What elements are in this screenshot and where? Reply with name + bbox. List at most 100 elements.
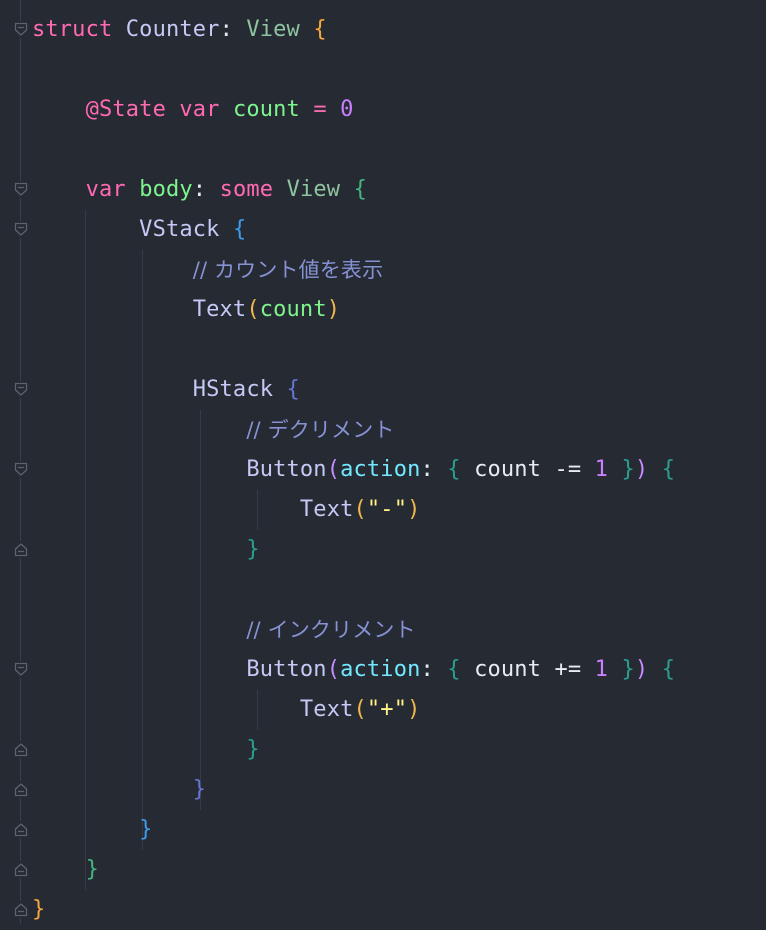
code-token-paren-violet: ) xyxy=(634,657,649,682)
code-line[interactable]: } xyxy=(32,770,206,810)
code-token-brace-teal: { xyxy=(661,657,676,682)
code-token-plain: count xyxy=(460,657,555,682)
code-line[interactable]: } xyxy=(32,810,153,850)
code-token-type: Button xyxy=(246,457,327,482)
code-line[interactable]: } xyxy=(32,850,99,890)
code-token-number: 1 xyxy=(594,457,609,482)
code-line[interactable]: // デクリメント xyxy=(32,410,395,450)
code-token-brace-teal: { xyxy=(447,657,461,682)
code-token-comment: // インクリメント xyxy=(246,618,416,642)
code-line[interactable]: var body: some View { xyxy=(32,170,367,210)
code-token-keyword: var xyxy=(179,97,220,122)
code-token-type: VStack xyxy=(139,217,220,242)
code-token-type: Button xyxy=(246,657,327,682)
fold-close-icon[interactable] xyxy=(12,781,29,798)
code-token-string: "+" xyxy=(366,697,408,722)
code-token-paren-violet: ) xyxy=(634,457,649,482)
fold-open-icon[interactable] xyxy=(12,221,29,238)
code-token-brace-indigo: } xyxy=(192,777,207,802)
code-token-keyword: var xyxy=(85,177,126,202)
code-token-param: action xyxy=(340,457,421,482)
code-token-keyword: = xyxy=(299,97,341,122)
code-line[interactable]: Text("-") xyxy=(32,490,421,530)
code-token-type: Counter xyxy=(125,17,220,42)
code-token-brace-teal: } xyxy=(246,737,260,762)
code-line[interactable]: @State var count = 0 xyxy=(32,90,354,130)
code-token-plain: -= xyxy=(554,457,582,482)
code-line[interactable]: } xyxy=(32,730,260,770)
fold-open-icon[interactable] xyxy=(12,461,29,478)
fold-open-icon[interactable] xyxy=(12,181,29,198)
code-token-plain: : xyxy=(192,177,220,202)
code-token-brace-teal: { xyxy=(447,457,461,482)
code-token-paren-orange: ) xyxy=(407,697,421,722)
code-line[interactable]: Button(action: { count -= 1 }) { xyxy=(32,450,675,490)
code-token-keyword: struct xyxy=(32,17,113,42)
code-token-property: body xyxy=(139,177,193,202)
code-token-brace-blue: } xyxy=(139,817,153,842)
code-token-paren-violet: ( xyxy=(326,457,341,482)
fold-close-icon[interactable] xyxy=(12,821,29,838)
code-editor[interactable]: struct Counter: View { @State var count … xyxy=(0,0,766,924)
fold-close-icon[interactable] xyxy=(12,861,29,878)
code-line[interactable]: struct Counter: View { xyxy=(32,10,327,50)
code-token-paren-violet: ( xyxy=(326,657,341,682)
code-token-paren-orange: ) xyxy=(326,297,341,322)
code-line[interactable]: } xyxy=(32,530,260,570)
fold-open-icon[interactable] xyxy=(12,381,29,398)
code-token-plain: : xyxy=(420,657,448,682)
code-token-number: 1 xyxy=(594,657,609,682)
code-token-view-type: View xyxy=(246,17,300,42)
code-token-paren-orange: ( xyxy=(246,297,260,322)
code-token-paren-orange: ) xyxy=(407,497,421,522)
code-token-type: Text xyxy=(299,697,354,722)
code-line[interactable]: Text(count) xyxy=(32,290,340,330)
code-token-brace-teal: } xyxy=(246,537,260,562)
code-token-brace-green: { xyxy=(353,177,367,202)
code-line[interactable]: HStack { xyxy=(32,370,300,410)
fold-close-icon[interactable] xyxy=(12,741,29,758)
code-token-comment: // カウント値を表示 xyxy=(192,258,384,282)
code-token-type: HStack xyxy=(192,377,274,402)
code-token-plain: : xyxy=(420,457,448,482)
code-token-paren-orange: ( xyxy=(353,497,367,522)
code-token-brace-teal: { xyxy=(661,457,676,482)
code-token-brace-outer: { xyxy=(313,17,327,42)
code-token-brace-outer: } xyxy=(32,897,46,922)
fold-close-icon[interactable] xyxy=(12,541,29,558)
code-line[interactable]: VStack { xyxy=(32,210,246,250)
code-line[interactable]: Button(action: { count += 1 }) { xyxy=(32,650,675,690)
fold-close-icon[interactable] xyxy=(12,901,29,918)
code-token-type: Text xyxy=(192,297,247,322)
code-line[interactable]: // インクリメント xyxy=(32,610,416,650)
code-line[interactable]: Text("+") xyxy=(32,690,421,730)
fold-open-icon[interactable] xyxy=(12,661,29,678)
code-line[interactable]: // カウント値を表示 xyxy=(32,250,383,290)
code-line[interactable]: } xyxy=(32,890,45,930)
fold-open-icon[interactable] xyxy=(12,21,29,38)
